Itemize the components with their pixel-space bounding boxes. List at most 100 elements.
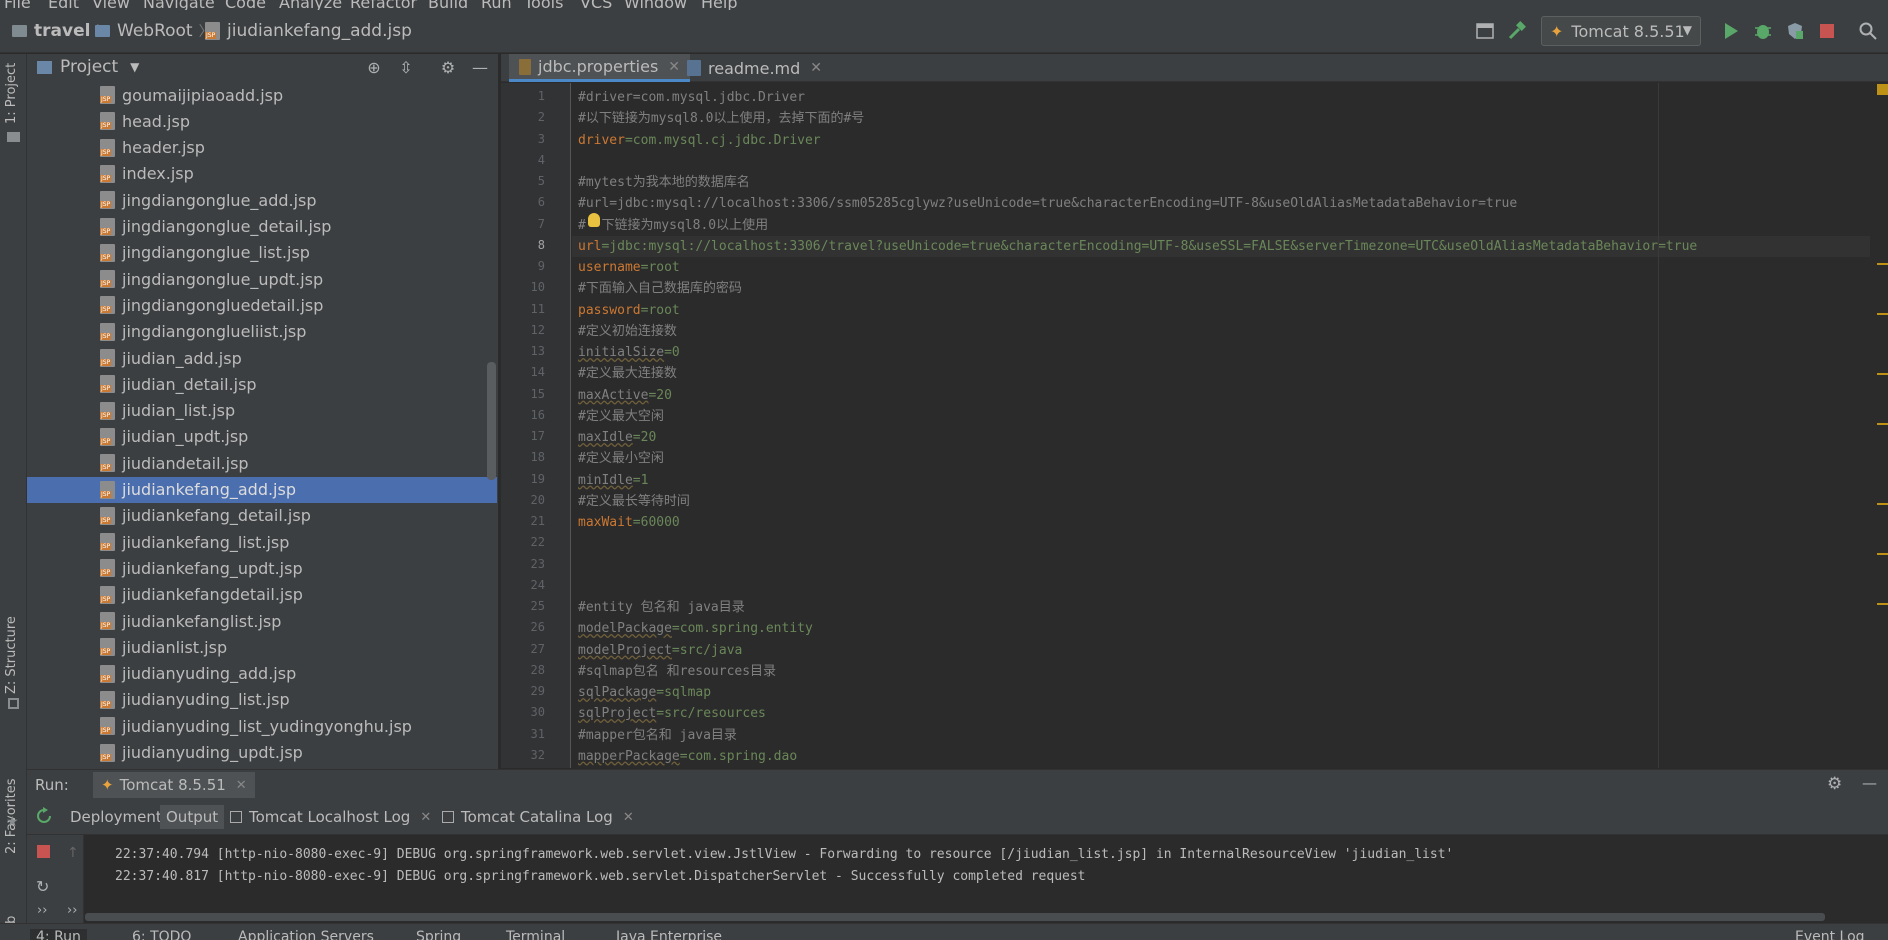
- menu-item-window[interactable]: Window: [624, 0, 687, 10]
- more-icon[interactable]: ››: [37, 903, 47, 918]
- menu-item-build[interactable]: Build: [428, 0, 468, 10]
- tree-file-item[interactable]: jingdiangongluedetail.jsp: [27, 292, 497, 318]
- tab-run[interactable]: 4: Run: [30, 929, 87, 940]
- warning-marker[interactable]: [1877, 423, 1888, 425]
- warning-marker[interactable]: [1877, 313, 1888, 315]
- tree-file-item[interactable]: head.jsp: [27, 108, 497, 134]
- jsp-file-icon: [100, 164, 115, 183]
- run-configuration-select[interactable]: ✦ Tomcat 8.5.51 ▼: [1541, 16, 1701, 46]
- more-icon[interactable]: ››: [67, 903, 77, 918]
- tree-file-item[interactable]: header.jsp: [27, 135, 497, 161]
- tab-spring[interactable]: Spring: [416, 929, 461, 940]
- menu-item-refactor[interactable]: Refactor: [350, 0, 417, 10]
- stop-icon[interactable]: [37, 845, 50, 858]
- tab-java-enterprise[interactable]: Java Enterprise: [616, 929, 722, 940]
- search-icon[interactable]: [1857, 20, 1879, 42]
- rerun-icon[interactable]: [35, 807, 53, 825]
- tree-file-item[interactable]: jiudiankefangdetail.jsp: [27, 582, 497, 608]
- tree-file-item[interactable]: jiudiankefanglist.jsp: [27, 608, 497, 634]
- project-tool-tab[interactable]: 1: Project: [4, 63, 19, 124]
- tab-tomcat-localhost-log[interactable]: Tomcat Localhost Log ✕: [224, 805, 437, 829]
- menu-item-file[interactable]: File: [4, 0, 31, 10]
- tree-file-item[interactable]: jiudian_detail.jsp: [27, 371, 497, 397]
- minimize-icon[interactable]: —: [1862, 774, 1877, 792]
- lightbulb-icon[interactable]: [588, 213, 600, 227]
- warning-marker[interactable]: [1877, 503, 1888, 505]
- run-icon[interactable]: [1720, 20, 1742, 42]
- run-config-tab[interactable]: ✦ Tomcat 8.5.51 ✕: [93, 772, 255, 798]
- code-line: maxIdle=20: [578, 427, 656, 448]
- close-icon[interactable]: ✕: [810, 60, 822, 76]
- debug-icon[interactable]: [1752, 20, 1774, 42]
- tree-file-item[interactable]: jiudianlist.jsp: [27, 634, 497, 660]
- tree-file-item[interactable]: jiudian_list.jsp: [27, 398, 497, 424]
- tree-file-item[interactable]: index.jsp: [27, 161, 497, 187]
- layout-icon[interactable]: [1474, 20, 1496, 42]
- tree-file-item[interactable]: jingdiangonglueliist.jsp: [27, 319, 497, 345]
- tree-file-item[interactable]: jingdiangonglue_updt.jsp: [27, 266, 497, 292]
- arrow-up-icon[interactable]: ↑: [67, 845, 79, 861]
- menu-item-vcs[interactable]: VCS: [580, 0, 612, 10]
- minimize-icon[interactable]: —: [470, 57, 490, 77]
- tab-readme-md[interactable]: readme.md ✕: [677, 54, 832, 82]
- warning-marker[interactable]: [1877, 263, 1888, 265]
- tab-output[interactable]: Output: [160, 805, 225, 829]
- warning-marker[interactable]: [1877, 373, 1888, 375]
- error-stripe[interactable]: [1874, 83, 1888, 768]
- tree-file-item[interactable]: goumaijipiaoadd.jsp: [27, 82, 497, 108]
- tab-deployment[interactable]: Deployment: [64, 805, 168, 829]
- locate-target-icon[interactable]: ⊕: [364, 57, 384, 77]
- tree-file-item[interactable]: jiudiankefang_list.jsp: [27, 529, 497, 555]
- close-icon[interactable]: ✕: [420, 810, 431, 825]
- menu-item-code[interactable]: Code: [225, 0, 266, 10]
- breadcrumb-file[interactable]: jiudiankefang_add.jsp: [205, 21, 412, 41]
- structure-tool-tab[interactable]: Z: Structure: [4, 616, 19, 694]
- gear-icon[interactable]: ⚙: [438, 57, 458, 77]
- tree-file-item[interactable]: jiudianyuding_add.jsp: [27, 661, 497, 687]
- code-line: maxWait=60000: [578, 512, 680, 533]
- tree-file-item[interactable]: jingdiangonglue_detail.jsp: [27, 214, 497, 240]
- tab-tomcat-catalina-log[interactable]: Tomcat Catalina Log ✕: [436, 805, 640, 829]
- collapse-all-icon[interactable]: ⇳: [396, 57, 416, 77]
- menu-item-help[interactable]: Help: [701, 0, 737, 10]
- tree-file-item[interactable]: jiudiandetail.jsp: [27, 450, 497, 476]
- console-horizontal-scrollbar[interactable]: [85, 913, 1825, 921]
- menu-item-edit[interactable]: Edit: [48, 0, 79, 10]
- tab-terminal[interactable]: Terminal: [506, 929, 565, 940]
- close-icon[interactable]: ✕: [623, 810, 634, 825]
- tab-todo[interactable]: 6: TODO: [132, 929, 191, 940]
- menu-item-run[interactable]: Run: [481, 0, 512, 10]
- tree-file-item[interactable]: jingdiangonglue_add.jsp: [27, 187, 497, 213]
- restart-icon[interactable]: ↻: [36, 877, 49, 896]
- menu-item-view[interactable]: View: [92, 0, 130, 10]
- tree-file-item[interactable]: jiudian_updt.jsp: [27, 424, 497, 450]
- stop-icon[interactable]: [1816, 20, 1838, 42]
- code-editor[interactable]: #driver=com.mysql.jdbc.Driver #以下链接为mysql…: [572, 83, 1870, 768]
- coverage-icon[interactable]: [1784, 20, 1806, 42]
- event-log-button[interactable]: Event Log: [1795, 929, 1865, 940]
- warning-marker[interactable]: [1877, 84, 1888, 95]
- menu-item-tools[interactable]: Tools: [524, 0, 563, 10]
- build-hammer-icon[interactable]: [1506, 20, 1528, 42]
- tree-file-item[interactable]: jiudiankefang_add.jsp: [27, 476, 497, 503]
- tree-file-item[interactable]: jiudianyuding_updt.jsp: [27, 740, 497, 766]
- warning-marker[interactable]: [1877, 553, 1888, 555]
- tree-scrollbar[interactable]: [487, 362, 496, 480]
- tree-file-item[interactable]: jiudiankefang_detail.jsp: [27, 503, 497, 529]
- menu-item-navigate[interactable]: Navigate: [143, 0, 215, 10]
- tree-file-item[interactable]: jiudianyuding_list_yudingyonghu.jsp: [27, 713, 497, 739]
- tree-file-item[interactable]: jiudianyuding_list.jsp: [27, 687, 497, 713]
- project-panel-title[interactable]: Project: [60, 57, 118, 77]
- close-icon[interactable]: ✕: [236, 778, 247, 793]
- tree-file-item[interactable]: jiudian_add.jsp: [27, 345, 497, 371]
- chevron-down-icon[interactable]: ▼: [130, 60, 139, 74]
- tree-file-item[interactable]: jingdiangonglue_list.jsp: [27, 240, 497, 266]
- tab-application-servers[interactable]: Application Servers: [238, 929, 374, 940]
- menu-item-analyze[interactable]: Analyze: [279, 0, 342, 10]
- tree-file-item[interactable]: jiudiankefang_updt.jsp: [27, 555, 497, 581]
- console-output[interactable]: 22:37:40.794 [http-nio-8080-exec-9] DEBU…: [85, 835, 1888, 923]
- tab-jdbc-properties[interactable]: jdbc.properties ✕: [509, 54, 691, 82]
- warning-marker[interactable]: [1877, 603, 1888, 605]
- gear-icon[interactable]: ⚙: [1827, 774, 1842, 794]
- breadcrumb-webroot[interactable]: WebRoot 〉: [95, 21, 213, 41]
